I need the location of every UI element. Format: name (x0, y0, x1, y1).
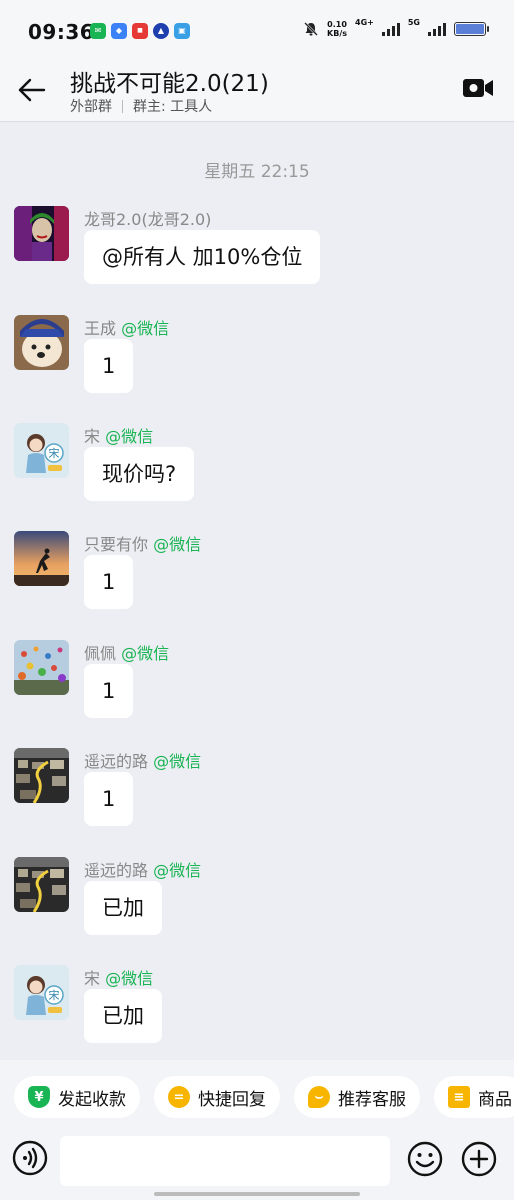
speed-value: 0.10 (327, 20, 347, 29)
message-timestamp: 星期五 22:15 (204, 162, 310, 182)
quick-action-collect-payment[interactable]: ¥ 发起收款 (14, 1076, 140, 1118)
mute-bell-icon (304, 22, 318, 36)
emoji-icon[interactable] (406, 1140, 444, 1178)
video-call-icon[interactable] (462, 76, 494, 100)
avatar[interactable]: 宋 (14, 965, 69, 1020)
subtitle-divider (122, 99, 123, 113)
message-bubble[interactable]: 1 (84, 339, 134, 393)
battery-icon (454, 22, 489, 36)
message-input[interactable] (60, 1136, 390, 1186)
group-type: 外部群 (70, 99, 112, 115)
status-bar: 09:36 ✉ ◆ ■ ▲ ▣ 0.10 KB/s 4G+ 5G (0, 0, 514, 62)
message-bubble[interactable]: 现价吗? (84, 447, 195, 501)
avatar-balloons-icon (14, 640, 69, 695)
quick-reply-icon: = (168, 1086, 190, 1108)
network-label-2: 5G (407, 17, 420, 27)
sender-name: 只要有你 @微信 (84, 535, 202, 554)
notification-icons: ✉ ◆ ■ ▲ ▣ (90, 23, 190, 39)
avatar[interactable] (14, 315, 69, 370)
network-label-1: 4G+ (355, 17, 374, 27)
avatar-city-icon (14, 857, 69, 912)
avatar-city-icon (14, 748, 69, 803)
chip-label: 发起收款 (58, 1089, 126, 1110)
avatar[interactable] (14, 531, 69, 586)
quick-action-product[interactable]: ≡ 商品 (434, 1076, 514, 1118)
status-time: 09:36 (28, 20, 95, 44)
sender-name: 王成 @微信 (84, 319, 170, 338)
signal-bars-icon-2 (428, 22, 446, 36)
sender-name: 遥远的路 @微信 (84, 752, 202, 771)
recommend-service-icon: ⌣ (308, 1086, 330, 1108)
avatar-dog-icon (14, 315, 69, 370)
sender-name: 宋 @微信 (84, 427, 154, 446)
chip-label: 快捷回复 (198, 1089, 266, 1110)
message-bubble[interactable]: 1 (84, 772, 134, 826)
quick-action-recommend-service[interactable]: ⌣ 推荐客服 (294, 1076, 420, 1118)
message-bubble[interactable]: @所有人 加10%仓位 (84, 230, 321, 284)
chat-title: 挑战不可能2.0(21) (70, 71, 269, 97)
avatar-girl-text: 宋 (49, 988, 60, 1002)
yuan-shield-icon: ¥ (28, 1086, 50, 1108)
product-icon: ≡ (448, 1086, 470, 1108)
message-bubble[interactable]: 1 (84, 664, 134, 718)
quick-action-quick-reply[interactable]: = 快捷回复 (154, 1076, 280, 1118)
sender-name: 遥远的路 @微信 (84, 861, 202, 880)
avatar[interactable]: 宋 (14, 423, 69, 478)
message-notification-icon: ▣ (174, 23, 190, 39)
red-app-notification-icon: ■ (132, 23, 148, 39)
message-bubble[interactable]: 1 (84, 555, 134, 609)
avatar[interactable] (14, 857, 69, 912)
sender-name: 宋 @微信 (84, 969, 154, 988)
network-speed: 0.10 KB/s (327, 20, 347, 38)
avatar-girl-icon: 宋 (14, 423, 69, 478)
avatar-girl-text: 宋 (49, 446, 60, 460)
group-owner: 群主: 工具人 (133, 99, 213, 115)
avatar[interactable] (14, 206, 69, 261)
app-notification-icon: ◆ (111, 23, 127, 39)
avatar[interactable] (14, 640, 69, 695)
home-indicator[interactable] (154, 1192, 360, 1196)
sender-name: 佩佩 @微信 (84, 644, 170, 663)
navigation-notification-icon: ▲ (153, 23, 169, 39)
chip-label: 推荐客服 (338, 1089, 406, 1110)
voice-input-icon[interactable] (12, 1140, 48, 1176)
wechat-notification-icon: ✉ (90, 23, 106, 39)
chip-label: 商品 (478, 1089, 512, 1110)
message-bubble[interactable]: 已加 (84, 989, 162, 1043)
avatar-sunset-icon (14, 531, 69, 586)
chat-subtitle: 外部群 群主: 工具人 (70, 96, 212, 116)
quick-action-bar[interactable]: ¥ 发起收款 = 快捷回复 ⌣ 推荐客服 ≡ 商品 (0, 1060, 514, 1136)
chat-header: 挑战不可能2.0(21) 外部群 群主: 工具人 (0, 62, 514, 122)
input-bar (0, 1136, 514, 1200)
back-arrow-icon[interactable] (16, 74, 48, 106)
message-bubble[interactable]: 已加 (84, 881, 162, 935)
signal-bars-icon (381, 22, 400, 36)
avatar-girl-icon: 宋 (14, 965, 69, 1020)
avatar-joker-icon (14, 206, 69, 261)
plus-icon[interactable] (460, 1140, 498, 1178)
message-list[interactable]: 星期五 22:15 龙哥2.0(龙哥2.0) @所有人 加10%仓位 王成 @微… (0, 123, 514, 1060)
sender-name: 龙哥2.0(龙哥2.0) (84, 210, 212, 229)
status-right: 0.10 KB/s 4G+ 5G (303, 17, 489, 38)
speed-unit: KB/s (327, 29, 348, 38)
avatar[interactable] (14, 748, 69, 803)
